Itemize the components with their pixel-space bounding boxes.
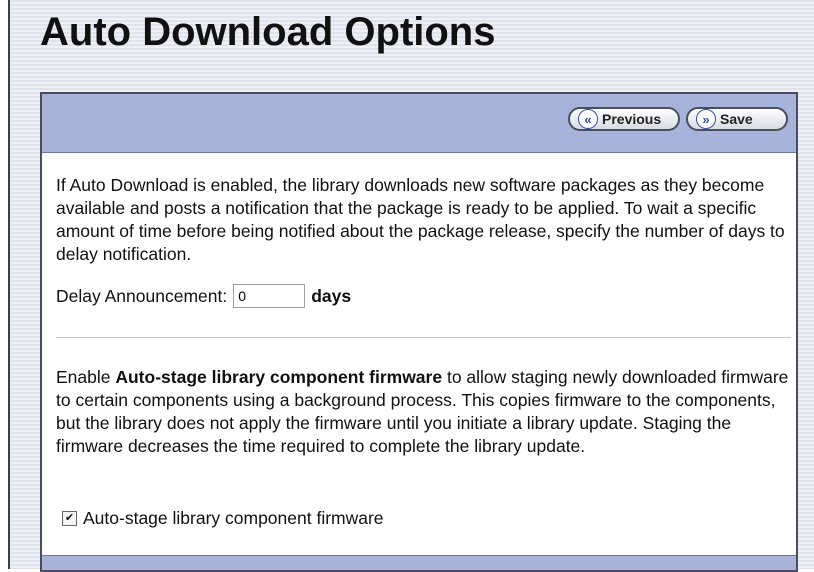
delay-days-input[interactable] [233,284,306,308]
previous-button-label: Previous [602,111,662,127]
panel-footer-bar [42,555,796,570]
auto-stage-description: Enable Auto-stage library component firm… [56,366,791,458]
auto-stage-checkbox[interactable]: ✔ [62,511,77,526]
section-divider [56,337,791,338]
double-chevron-left-icon: « [578,109,598,129]
previous-button[interactable]: « Previous [568,107,680,131]
options-panel: « Previous » Save If Auto Download is en… [40,92,798,572]
delay-unit-label: days [311,285,352,306]
page-title: Auto Download Options [40,10,496,54]
double-chevron-right-icon: » [696,109,716,129]
auto-stage-checkbox-label: Auto-stage library component firmware [83,508,384,528]
save-button-label: Save [720,111,753,127]
checkmark-icon: ✔ [64,512,75,524]
auto-stage-term: Auto-stage library component firmware [115,367,443,387]
save-button[interactable]: » Save [686,107,788,131]
auto-stage-intro: Enable [56,367,116,387]
auto-download-description: If Auto Download is enabled, the library… [56,175,785,264]
delay-announcement-row: Delay Announcement: days [56,284,351,308]
page-background: Auto Download Options « Previous » Save … [8,0,814,572]
delay-announcement-label: Delay Announcement: [56,285,228,306]
toolbar: « Previous » Save [42,94,796,153]
auto-stage-option[interactable]: ✔ Auto-stage library component firmware [62,508,384,529]
